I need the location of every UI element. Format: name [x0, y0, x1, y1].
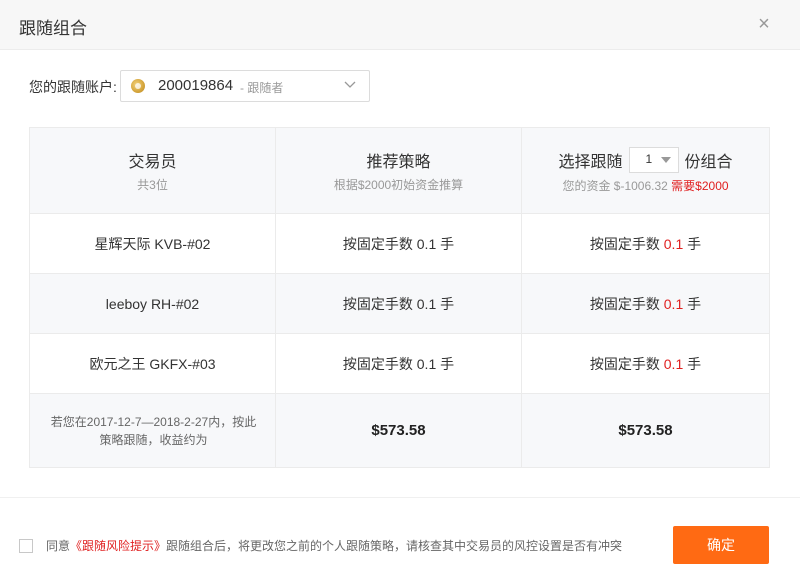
- table-row: 星辉天际 KVB-#02 按固定手数 0.1 手 按固定手数 0.1 手: [29, 213, 770, 274]
- strategy-table: 交易员 共3位 推荐策略 根据$2000初始资金推算 选择跟随 1 份组合 您的…: [29, 127, 770, 468]
- sel-value: 0.1: [663, 295, 684, 312]
- header-trader-label: 交易员: [128, 154, 177, 171]
- sel-unit: 手: [687, 295, 702, 312]
- selected-strategy: 按固定手数 0.1 手: [521, 273, 770, 334]
- agreement-prefix: 同意: [46, 539, 71, 553]
- close-icon[interactable]: ×: [754, 12, 774, 36]
- rec-value: 0.1: [416, 235, 437, 252]
- header-trader: 交易员 共3位: [29, 127, 276, 214]
- trader-name: 星辉天际 KVB-#02: [29, 213, 276, 274]
- rec-unit: 手: [440, 295, 455, 312]
- table-row: leeboy RH-#02 按固定手数 0.1 手 按固定手数 0.1 手: [29, 273, 770, 334]
- sel-prefix: 按固定手数: [589, 295, 660, 312]
- table-footer-row: 若您在2017-12-7—2018-2-27内，按此策略跟随，收益约为 $573…: [29, 393, 770, 468]
- rec-value: 0.1: [416, 355, 437, 372]
- rec-prefix: 按固定手数: [342, 355, 413, 372]
- sel-value: 0.1: [663, 235, 684, 252]
- caret-down-icon: [660, 157, 671, 163]
- copies-suffix: 份组合: [684, 154, 733, 171]
- selected-strategy: 按固定手数 0.1 手: [521, 213, 770, 274]
- copies-value: 1: [645, 152, 653, 166]
- chevron-down-icon: [344, 81, 356, 88]
- recommended-strategy: 按固定手数 0.1 手: [275, 333, 522, 394]
- your-funds: 您的资金 $-1006.32: [562, 179, 668, 193]
- header-selection: 选择跟随 1 份组合 您的资金 $-1006.32 需要$2000: [521, 127, 770, 214]
- funds-line: 您的资金 $-1006.32 需要$2000: [522, 177, 769, 194]
- header-trader-count: 共3位: [137, 178, 168, 192]
- recommended-profit: $573.58: [275, 393, 522, 468]
- footer-divider: [0, 497, 800, 498]
- agreement-checkbox[interactable]: [19, 539, 33, 553]
- header-recommended-note: 根据$2000初始资金推算: [333, 178, 464, 192]
- account-coin-icon: [131, 79, 145, 93]
- header-recommended: 推荐策略 根据$2000初始资金推算: [275, 127, 522, 214]
- confirm-button[interactable]: 确定: [673, 526, 769, 564]
- sel-prefix: 按固定手数: [589, 355, 660, 372]
- selected-strategy: 按固定手数 0.1 手: [521, 333, 770, 394]
- agreement-row: 同意《跟随风险提示》跟随组合后，将更改您之前的个人跟随策略，请核查其中交易员的风…: [19, 537, 622, 554]
- trader-name: leeboy RH-#02: [29, 273, 276, 334]
- profit-note: 若您在2017-12-7—2018-2-27内，按此策略跟随，收益约为: [29, 393, 276, 468]
- risk-notice-link[interactable]: 《跟随风险提示》: [70, 539, 166, 553]
- required-funds: 需要$2000: [671, 179, 729, 193]
- dialog-header: 跟随组合 ×: [0, 0, 800, 50]
- account-label: 您的跟随账户:: [29, 79, 117, 95]
- table-row: 欧元之王 GKFX-#03 按固定手数 0.1 手 按固定手数 0.1 手: [29, 333, 770, 394]
- header-recommended-label: 推荐策略: [366, 154, 431, 171]
- sel-value: 0.1: [663, 355, 684, 372]
- dialog-title: 跟随组合: [19, 19, 87, 38]
- account-role: - 跟随者: [240, 81, 284, 95]
- table-header-row: 交易员 共3位 推荐策略 根据$2000初始资金推算 选择跟随 1 份组合 您的…: [29, 127, 770, 214]
- follow-combination-dialog: 跟随组合 × 您的跟随账户: 200019864 - 跟随者 交易员 共3位 推…: [0, 0, 800, 579]
- recommended-strategy: 按固定手数 0.1 手: [275, 273, 522, 334]
- copies-select[interactable]: 1: [628, 147, 679, 173]
- rec-prefix: 按固定手数: [342, 295, 413, 312]
- sel-prefix: 按固定手数: [589, 235, 660, 252]
- rec-value: 0.1: [416, 295, 437, 312]
- rec-unit: 手: [440, 355, 455, 372]
- rec-unit: 手: [440, 235, 455, 252]
- selected-profit: $573.58: [521, 393, 770, 468]
- sel-unit: 手: [687, 235, 702, 252]
- account-number: 200019864: [158, 77, 234, 94]
- rec-prefix: 按固定手数: [342, 235, 413, 252]
- account-select[interactable]: 200019864 - 跟随者: [120, 70, 370, 102]
- copies-prefix: 选择跟随: [558, 154, 623, 171]
- copies-line: 选择跟随 1 份组合: [522, 147, 769, 173]
- recommended-strategy: 按固定手数 0.1 手: [275, 213, 522, 274]
- sel-unit: 手: [687, 355, 702, 372]
- agreement-suffix: 跟随组合后，将更改您之前的个人跟随策略，请核查其中交易员的风控设置是否有冲突: [166, 539, 623, 553]
- trader-name: 欧元之王 GKFX-#03: [29, 333, 276, 394]
